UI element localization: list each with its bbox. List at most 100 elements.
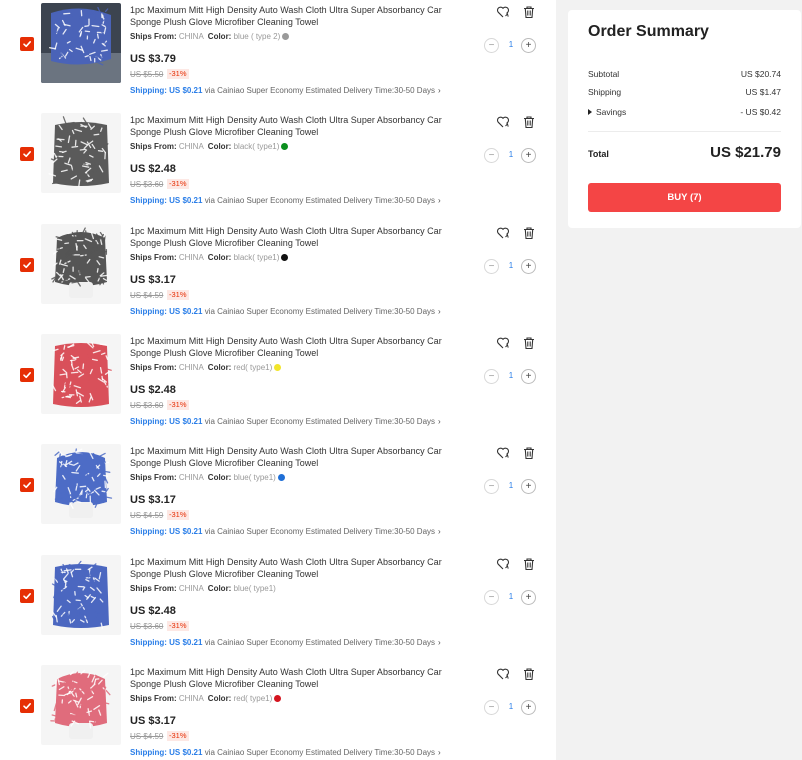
original-price: US $5.50 (130, 70, 164, 79)
plus-icon[interactable]: + (521, 700, 536, 715)
plus-icon[interactable]: + (521, 259, 536, 274)
discount-badge: -31% (167, 400, 189, 410)
original-price: US $4.59 (130, 732, 164, 741)
ships-from-info: Ships From: CHINA Color: blue ( type 2) (130, 32, 290, 41)
ships-from-info: Ships From: CHINA Color: red( type1) (130, 694, 282, 703)
shipping-info[interactable]: Shipping: US $0.21 via Cainiao Super Eco… (130, 86, 441, 95)
discount-badge: -31% (167, 69, 189, 79)
subtotal-label: Subtotal (588, 69, 620, 79)
trash-icon[interactable] (522, 667, 536, 681)
trash-icon[interactable] (522, 226, 536, 240)
product-title[interactable]: 1pc Maximum Mitt High Density Auto Wash … (130, 114, 442, 138)
heart-refresh-icon[interactable] (496, 5, 510, 19)
product-title[interactable]: 1pc Maximum Mitt High Density Auto Wash … (130, 556, 442, 580)
color-value: black( type1) (233, 253, 280, 262)
shipping-info[interactable]: Shipping: US $0.21 via Cainiao Super Eco… (130, 748, 441, 757)
heart-refresh-icon[interactable] (496, 446, 510, 460)
item-checkbox[interactable] (20, 37, 34, 51)
color-value: blue ( type 2) (233, 32, 281, 41)
quantity-value[interactable]: 1 (506, 481, 516, 490)
product-title[interactable]: 1pc Maximum Mitt High Density Auto Wash … (130, 4, 442, 28)
ships-from-value: CHINA (178, 142, 204, 151)
heart-refresh-icon[interactable] (496, 226, 510, 240)
shipping-method: via Cainiao Super Economy Estimated Deli… (204, 86, 436, 95)
ships-from-label: Ships From: (130, 142, 177, 151)
shipping-info[interactable]: Shipping: US $0.21 via Cainiao Super Eco… (130, 307, 441, 316)
quantity-value[interactable]: 1 (506, 592, 516, 601)
item-checkbox[interactable] (20, 699, 34, 713)
color-swatch (274, 695, 282, 702)
minus-icon[interactable]: − (484, 700, 499, 715)
heart-refresh-icon[interactable] (496, 667, 510, 681)
buy-button[interactable]: BUY (7) (588, 183, 781, 212)
trash-icon[interactable] (522, 115, 536, 129)
plus-icon[interactable]: + (521, 590, 536, 605)
savings-label: Savings (596, 107, 627, 117)
item-checkbox[interactable] (20, 368, 34, 382)
shipping-method: via Cainiao Super Economy Estimated Deli… (204, 307, 436, 316)
minus-icon[interactable]: − (484, 369, 499, 384)
cart-item: 1pc Maximum Mitt High Density Auto Wash … (0, 331, 556, 441)
product-title[interactable]: 1pc Maximum Mitt High Density Auto Wash … (130, 445, 442, 469)
product-image[interactable] (41, 113, 121, 193)
savings-row[interactable]: Savings - US $0.42 (588, 107, 781, 117)
cart-item: 1pc Maximum Mitt High Density Auto Wash … (0, 221, 556, 331)
product-image[interactable] (41, 555, 121, 635)
minus-icon[interactable]: − (484, 259, 499, 274)
product-title[interactable]: 1pc Maximum Mitt High Density Auto Wash … (130, 225, 442, 249)
minus-icon[interactable]: − (484, 479, 499, 494)
minus-icon[interactable]: − (484, 38, 499, 53)
original-price: US $4.59 (130, 291, 164, 300)
ships-from-value: CHINA (178, 694, 204, 703)
discount-badge: -31% (167, 179, 189, 189)
product-image[interactable] (41, 224, 121, 304)
item-checkbox[interactable] (20, 589, 34, 603)
plus-icon[interactable]: + (521, 38, 536, 53)
quantity-value[interactable]: 1 (506, 371, 516, 380)
color-swatch (282, 33, 290, 40)
product-image[interactable] (41, 334, 121, 414)
quantity-value[interactable]: 1 (506, 150, 516, 159)
shipping-info[interactable]: Shipping: US $0.21 via Cainiao Super Eco… (130, 417, 441, 426)
shipping-cost: Shipping: US $0.21 (130, 527, 203, 536)
cart-item: 1pc Maximum Mitt High Density Auto Wash … (0, 552, 556, 662)
product-title[interactable]: 1pc Maximum Mitt High Density Auto Wash … (130, 335, 442, 359)
item-checkbox[interactable] (20, 478, 34, 492)
color-value: blue( type1) (233, 584, 276, 593)
heart-refresh-icon[interactable] (496, 557, 510, 571)
original-price: US $3.60 (130, 622, 164, 631)
trash-icon[interactable] (522, 5, 536, 19)
shipping-info[interactable]: Shipping: US $0.21 via Cainiao Super Eco… (130, 196, 441, 205)
ships-from-info: Ships From: CHINA Color: blue( type1) (130, 584, 285, 593)
plus-icon[interactable]: + (521, 148, 536, 163)
check-icon (22, 260, 32, 270)
minus-icon[interactable]: − (484, 148, 499, 163)
ships-from-label: Ships From: (130, 694, 177, 703)
product-title[interactable]: 1pc Maximum Mitt High Density Auto Wash … (130, 666, 442, 690)
quantity-value[interactable]: 1 (506, 261, 516, 270)
trash-icon[interactable] (522, 557, 536, 571)
item-checkbox[interactable] (20, 147, 34, 161)
product-image[interactable] (41, 444, 121, 524)
savings-value: - US $0.42 (740, 107, 781, 117)
item-price: US $3.17 (130, 715, 176, 727)
color-swatch (281, 143, 289, 150)
shipping-cost: Shipping: US $0.21 (130, 638, 203, 647)
plus-icon[interactable]: + (521, 369, 536, 384)
ships-from-label: Ships From: (130, 473, 177, 482)
chevron-right-icon: › (438, 417, 441, 426)
minus-icon[interactable]: − (484, 590, 499, 605)
plus-icon[interactable]: + (521, 479, 536, 494)
shipping-info[interactable]: Shipping: US $0.21 via Cainiao Super Eco… (130, 527, 441, 536)
product-image[interactable] (41, 665, 121, 745)
item-checkbox[interactable] (20, 258, 34, 272)
shipping-info[interactable]: Shipping: US $0.21 via Cainiao Super Eco… (130, 638, 441, 647)
item-price: US $3.17 (130, 274, 176, 286)
trash-icon[interactable] (522, 336, 536, 350)
heart-refresh-icon[interactable] (496, 336, 510, 350)
quantity-value[interactable]: 1 (506, 702, 516, 711)
quantity-value[interactable]: 1 (506, 40, 516, 49)
heart-refresh-icon[interactable] (496, 115, 510, 129)
trash-icon[interactable] (522, 446, 536, 460)
product-image[interactable] (41, 3, 121, 83)
